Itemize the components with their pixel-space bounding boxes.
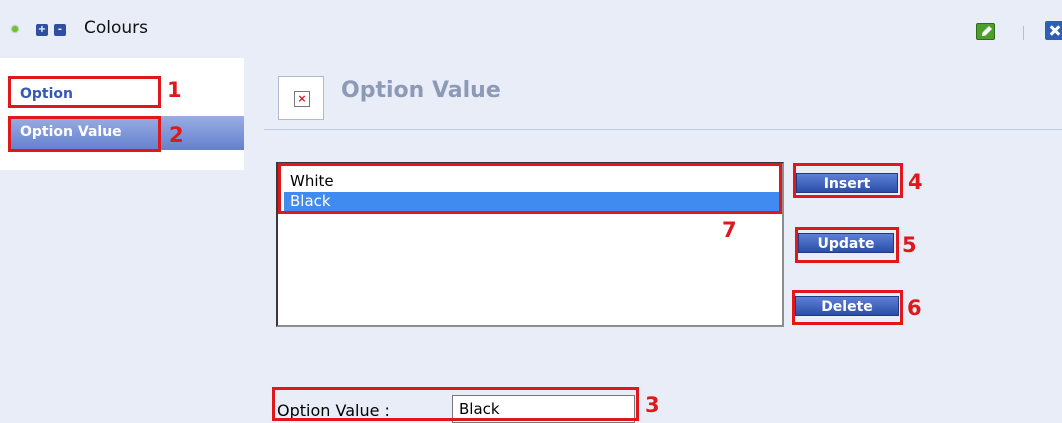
annotation-box-option-value-field (272, 387, 639, 421)
collapse-icon[interactable]: - (54, 24, 66, 36)
annotation-box-update (795, 227, 899, 263)
annotation-number: 1 (167, 78, 182, 102)
divider (264, 129, 1062, 130)
panel-title: Option Value (341, 78, 501, 103)
status-dot-icon (12, 26, 18, 32)
annotation-number: 6 (907, 296, 922, 320)
annotation-box-option (8, 76, 161, 108)
header-bar (0, 0, 1062, 58)
edit-icon[interactable] (976, 23, 995, 40)
annotation-box-delete (792, 290, 903, 325)
expand-icon[interactable]: + (36, 24, 48, 36)
annotation-box-option-value (8, 116, 161, 152)
annotation-box-insert (793, 163, 903, 198)
toolbar-separator (1023, 26, 1024, 40)
annotation-number: 4 (908, 170, 923, 194)
panel-image: × (278, 76, 324, 120)
annotation-number: 2 (169, 123, 184, 147)
annotation-box-list (278, 163, 782, 214)
page-title: Colours (84, 18, 149, 38)
annotation-number: 5 (902, 233, 917, 257)
broken-image-icon: × (294, 91, 310, 107)
annotation-number: 7 (722, 218, 737, 242)
annotation-number: 3 (645, 393, 660, 417)
sidebar: Option Option Value (0, 58, 244, 170)
close-icon[interactable] (1045, 21, 1062, 40)
